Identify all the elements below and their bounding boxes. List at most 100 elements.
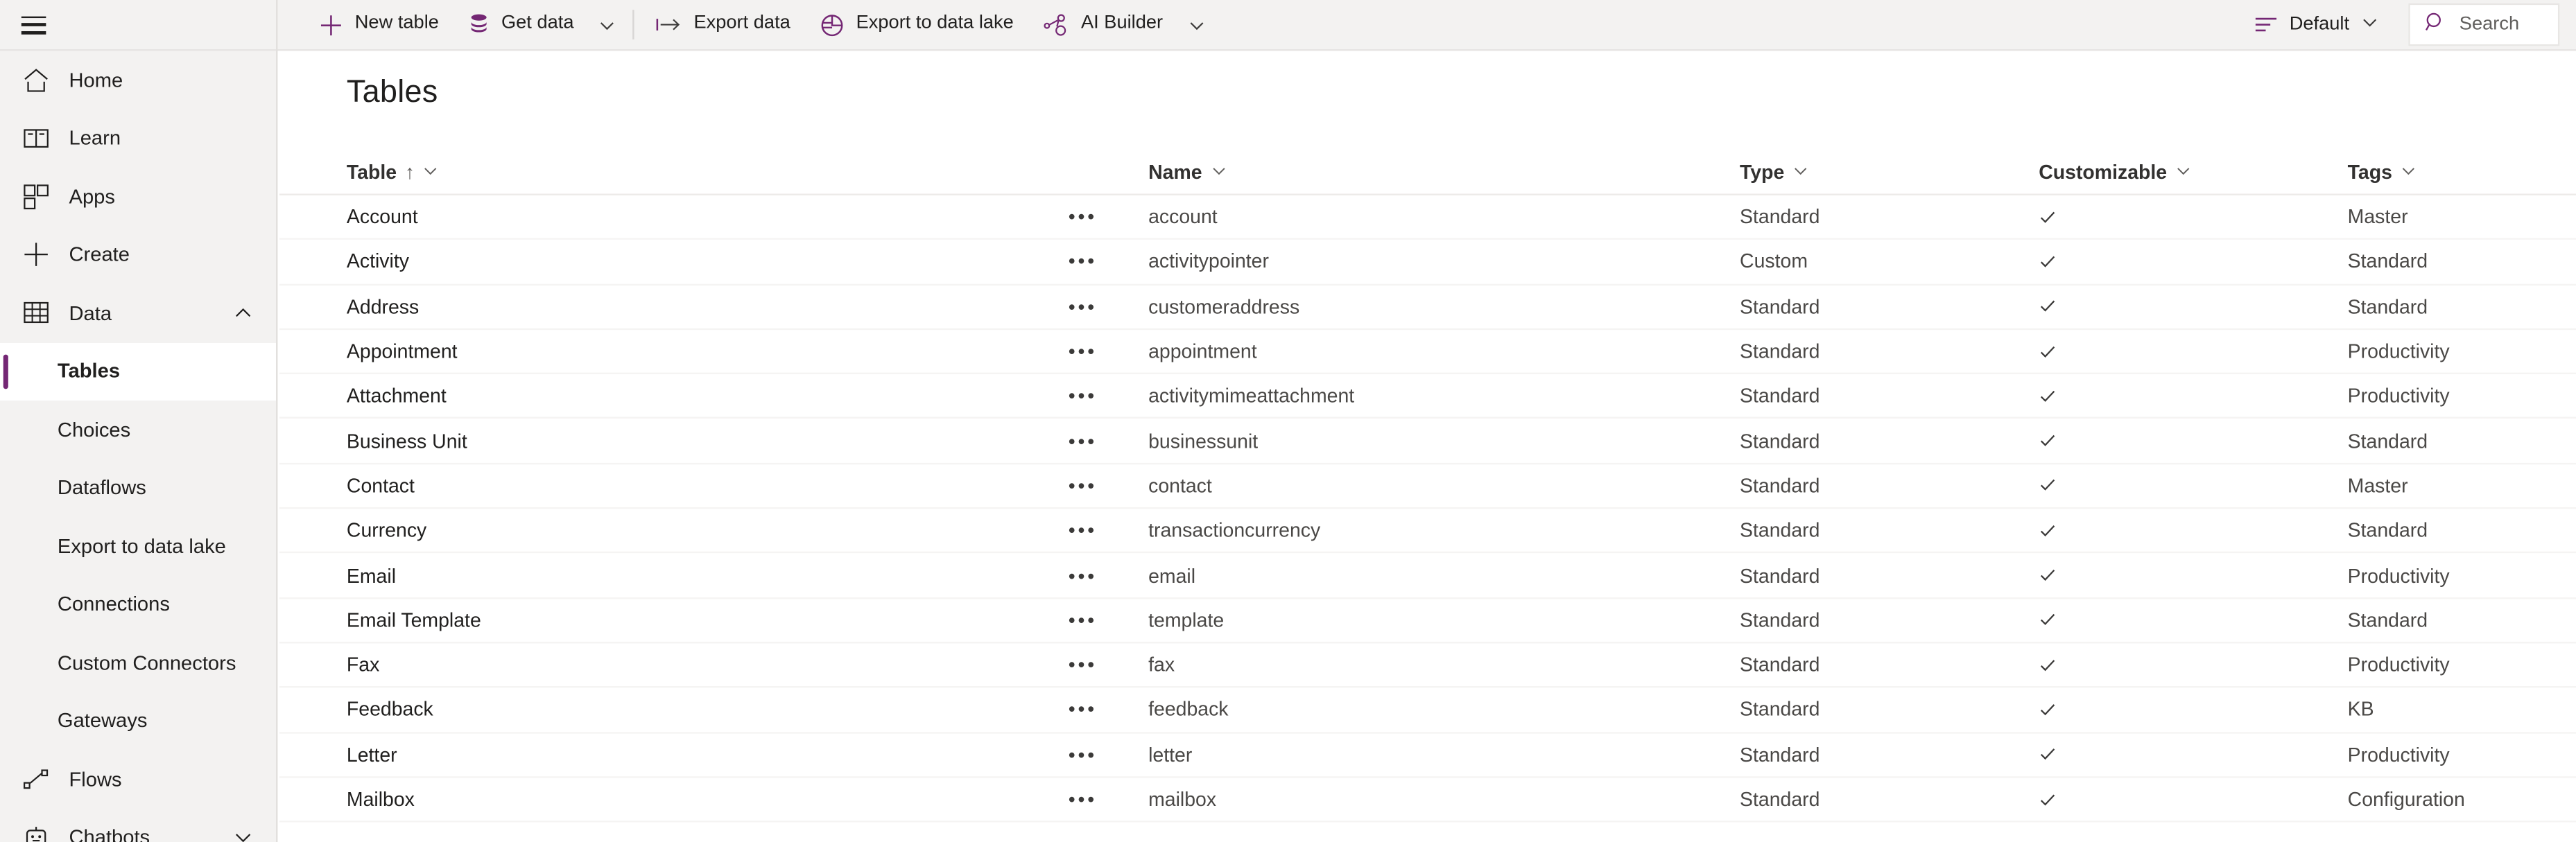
column-header-type[interactable]: Type: [1740, 161, 2039, 184]
table-row[interactable]: Currency ••• transactioncurrency Standard St…: [279, 509, 2576, 554]
cell-name: activitymimeattachment: [1148, 384, 1355, 408]
sidebar-item-choices[interactable]: Choices: [0, 401, 276, 459]
row-overflow-menu-icon[interactable]: •••: [1060, 520, 1105, 540]
export-data-button[interactable]: Export data: [641, 0, 806, 50]
cell-customizable: [2039, 611, 2347, 629]
column-header-name[interactable]: Name: [1148, 161, 1740, 184]
row-overflow-menu-icon[interactable]: •••: [1060, 207, 1105, 227]
sidebar-item-tables[interactable]: Tables: [0, 342, 277, 401]
grid-header-row: Table ↑ Name Type Customizable Tags: [279, 151, 2576, 195]
table-row[interactable]: Email ••• email Standard Productivity: [279, 554, 2576, 599]
cell-table[interactable]: Letter •••: [347, 743, 1148, 766]
cell-table[interactable]: Email •••: [347, 564, 1148, 587]
row-overflow-menu-icon[interactable]: •••: [1060, 342, 1105, 361]
get-data-button[interactable]: Get data: [453, 0, 589, 50]
row-overflow-menu-icon[interactable]: •••: [1060, 655, 1105, 674]
cell-customizable: [2039, 566, 2347, 584]
cell-customizable: [2039, 342, 2347, 360]
export-to-data-lake-button[interactable]: Export to data lake: [805, 0, 1028, 50]
cell-table[interactable]: Contact •••: [347, 474, 1148, 497]
cell-type: Custom: [1740, 250, 1808, 274]
sidebar-item-export-to-data-lake[interactable]: Export to data lake: [0, 517, 276, 575]
chevron-down-icon[interactable]: [423, 161, 440, 184]
chevron-down-icon[interactable]: [1792, 161, 1809, 184]
column-header-customizable[interactable]: Customizable: [2039, 161, 2347, 184]
table-row[interactable]: Feedback ••• feedback Standard KB: [279, 688, 2576, 733]
sidebar-item-connections[interactable]: Connections: [0, 575, 276, 633]
chevron-down-icon[interactable]: [2175, 161, 2192, 184]
row-overflow-menu-icon[interactable]: •••: [1060, 252, 1105, 271]
table-row[interactable]: Address ••• customeraddress Standard Standar…: [279, 285, 2576, 330]
sidebar-item-home[interactable]: Home: [0, 51, 276, 109]
check-icon: [2039, 208, 2347, 226]
chevron-up-icon[interactable]: [233, 304, 252, 323]
row-overflow-menu-icon[interactable]: •••: [1060, 386, 1105, 405]
table-row[interactable]: Activity ••• activitypointer Custom Standard: [279, 240, 2576, 286]
row-overflow-menu-icon[interactable]: •••: [1060, 700, 1105, 719]
cell-tags: KB: [2347, 698, 2374, 721]
sidebar-item-create[interactable]: Create: [0, 226, 276, 284]
hamburger-icon[interactable]: [21, 15, 46, 34]
table-row[interactable]: Fax ••• fax Standard Productivity: [279, 643, 2576, 688]
row-overflow-menu-icon[interactable]: •••: [1060, 565, 1105, 585]
sidebar-item-learn[interactable]: Learn: [0, 109, 276, 167]
table-row[interactable]: Attachment ••• activitymimeattachment Stand…: [279, 374, 2576, 420]
cell-table[interactable]: Account •••: [347, 205, 1148, 228]
cell-table[interactable]: Currency •••: [347, 519, 1148, 542]
cell-type: Standard: [1740, 205, 1820, 229]
cell-customizable: [2039, 701, 2347, 719]
table-display-name: Email Template: [346, 608, 481, 632]
row-overflow-menu-icon[interactable]: •••: [1060, 476, 1105, 495]
chevron-down-icon[interactable]: [2401, 161, 2417, 184]
table-row[interactable]: Contact ••• contact Standard Master: [279, 464, 2576, 509]
sidebar-item-custom-connectors[interactable]: Custom Connectors: [0, 633, 276, 692]
table-row[interactable]: Business Unit ••• businessunit Standard Stan…: [279, 419, 2576, 464]
sidebar-item-flows[interactable]: Flows: [0, 750, 276, 808]
chevron-down-icon[interactable]: [1210, 161, 1227, 184]
row-overflow-menu-icon[interactable]: •••: [1060, 789, 1105, 809]
sidebar-item-gateways[interactable]: Gateways: [0, 692, 276, 750]
search-input[interactable]: Search: [2408, 3, 2560, 46]
table-row[interactable]: Email Template ••• template Standard Standar…: [279, 599, 2576, 644]
cell-table[interactable]: Address •••: [347, 295, 1148, 318]
column-header-tags[interactable]: Tags: [2348, 161, 2576, 184]
cell-name: contact: [1148, 474, 1212, 498]
table-row[interactable]: Appointment ••• appointment Standard Product…: [279, 330, 2576, 375]
sidebar-item-data[interactable]: Data: [0, 284, 276, 342]
sidebar-item-apps[interactable]: Apps: [0, 168, 276, 226]
cell-table[interactable]: Fax •••: [347, 654, 1148, 676]
cell-table[interactable]: Attachment •••: [347, 385, 1148, 407]
table-row[interactable]: Mailbox ••• mailbox Standard Configuration: [279, 778, 2576, 823]
ai-builder-chevron-down-icon[interactable]: [1177, 0, 1215, 50]
cell-tags: Master: [2347, 474, 2408, 498]
check-icon: [2039, 611, 2347, 629]
cell-table[interactable]: Business Unit •••: [347, 430, 1148, 453]
new-table-button[interactable]: New table: [304, 0, 453, 50]
table-display-name: Feedback: [346, 698, 433, 721]
table-display-name: Address: [346, 295, 420, 318]
row-overflow-menu-icon[interactable]: •••: [1060, 297, 1105, 316]
cell-name: mailbox: [1148, 787, 1217, 811]
cell-table[interactable]: Activity •••: [347, 250, 1148, 273]
chevron-down-icon[interactable]: [233, 827, 252, 842]
row-overflow-menu-icon[interactable]: •••: [1060, 611, 1105, 630]
cell-table[interactable]: Appointment •••: [347, 340, 1148, 362]
cell-table[interactable]: Feedback •••: [347, 699, 1148, 721]
cell-table[interactable]: Email Template •••: [347, 608, 1148, 631]
table-display-name: Contact: [346, 474, 415, 498]
cell-customizable: [2039, 656, 2347, 674]
ai-builder-button[interactable]: AI Builder: [1028, 0, 1177, 50]
view-selector[interactable]: Default: [2237, 0, 2395, 50]
row-overflow-menu-icon[interactable]: •••: [1060, 431, 1105, 450]
cell-table[interactable]: Mailbox •••: [347, 788, 1148, 811]
table-row[interactable]: Letter ••• letter Standard Productivity: [279, 733, 2576, 778]
sidebar-item-dataflows[interactable]: Dataflows: [0, 459, 276, 517]
cell-customizable: [2039, 521, 2347, 539]
column-header-table[interactable]: Table ↑: [347, 161, 1148, 184]
get-data-chevron-down-icon[interactable]: [589, 0, 626, 50]
cell-tags: Master: [2347, 205, 2408, 229]
row-overflow-menu-icon[interactable]: •••: [1060, 745, 1105, 764]
cell-name: account: [1148, 205, 1218, 229]
table-row[interactable]: Account ••• account Standard Master: [279, 195, 2576, 240]
sidebar-item-chatbots[interactable]: Chatbots: [0, 808, 276, 842]
